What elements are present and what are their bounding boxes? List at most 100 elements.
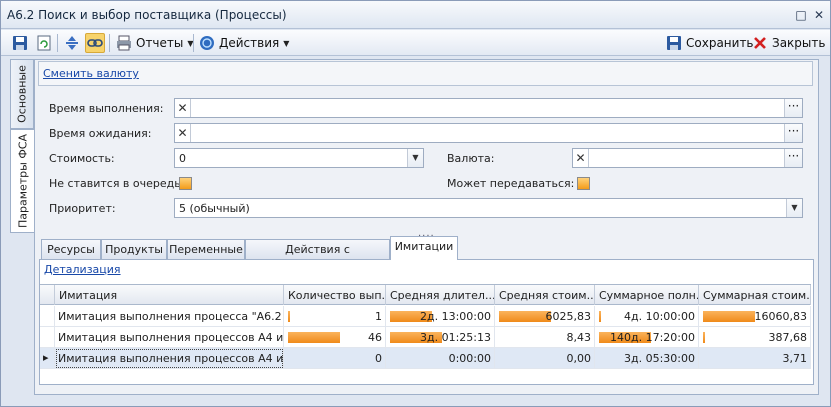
cell-avg-cost[interactable]: 8,43 (495, 327, 595, 348)
priority-value: 5 (обычный) (179, 202, 250, 215)
cell-text: 140д. 17:20:00 (610, 331, 695, 344)
chain-link-icon (86, 34, 104, 52)
actions-label: Действия (219, 36, 280, 50)
tab-fsa-params-label: Параметры ФСА (16, 133, 29, 229)
cell-text: Имитация выполнения процессов А4 и А6... (58, 331, 284, 344)
cell-count[interactable]: 0 (284, 348, 386, 369)
cell-name[interactable]: Имитация выполнения процесса "А6.2 По... (55, 306, 284, 327)
cell-text: Имитация выполнения процессов А4 и А6... (58, 352, 284, 365)
exec-time-label: Время выполнения: (49, 102, 164, 115)
can-transfer-label: Может передаваться: (447, 177, 575, 190)
link-button[interactable] (85, 33, 105, 53)
cell-text: 3д. 05:30:00 (623, 352, 695, 365)
tab-variable-actions[interactable]: Действия с переменными (245, 239, 390, 269)
clear-icon[interactable]: ✕ (175, 99, 191, 117)
printer-icon (115, 34, 133, 52)
clear-icon[interactable]: ✕ (175, 124, 191, 142)
main-window: А6.2 Поиск и выбор поставщика (Процессы)… (0, 0, 831, 407)
move-button[interactable] (63, 33, 81, 53)
tab-variables[interactable]: Переменные (167, 239, 245, 259)
ellipsis-button[interactable]: ··· (784, 124, 802, 142)
cell-text: 0,00 (566, 352, 592, 365)
cell-text: Имитация выполнения процесса "А6.2 По... (58, 310, 283, 323)
tab-resources[interactable]: Ресурсы (41, 239, 101, 259)
can-transfer-checkbox[interactable] (577, 177, 590, 190)
row-indicator: ▸ (40, 348, 55, 369)
tab-simulations[interactable]: Имитации (390, 236, 458, 260)
cost-field[interactable]: 0 ▼ (174, 148, 424, 168)
red-x-icon (751, 34, 769, 52)
priority-select[interactable]: 5 (обычный) ▼ (174, 198, 803, 218)
currency-field[interactable]: ✕ ··· (572, 148, 803, 168)
col-header-avg-cost[interactable]: Средняя стоим... (495, 285, 595, 305)
row-indicator (40, 327, 55, 348)
cell-text: 6025,83 (545, 310, 592, 323)
grid-header: Имитация Количество вып... Средняя длите… (40, 285, 811, 305)
floppy-icon (11, 34, 29, 52)
exec-time-field[interactable]: ✕ ··· (174, 98, 803, 118)
cell-avg-cost[interactable]: 6025,83 (495, 306, 595, 327)
floppy-icon (665, 34, 683, 52)
actions-menu-button[interactable]: Действия ▼ (198, 33, 289, 53)
change-currency-link[interactable]: Сменить валюту (43, 67, 139, 80)
value-bar (599, 311, 601, 322)
col-header-total-cost[interactable]: Суммарная стоим... (699, 285, 811, 305)
cell-text: 4д. 10:00:00 (623, 310, 695, 323)
cell-avg-dur[interactable]: 3д. 01:25:13 (386, 327, 495, 348)
close-label: Закрыть (772, 36, 826, 50)
cell-avg-dur[interactable]: 0:00:00 (386, 348, 495, 369)
cell-count[interactable]: 46 (284, 327, 386, 348)
cell-text: 0 (375, 352, 382, 365)
reports-menu-button[interactable]: Отчеты ▼ (115, 33, 194, 53)
ellipsis-button[interactable]: ··· (784, 149, 802, 167)
close-button[interactable]: Закрыть (751, 33, 825, 53)
detail-link[interactable]: Детализация (44, 263, 121, 276)
col-header-count[interactable]: Количество вып... (284, 285, 386, 305)
tab-main-label: Основные (15, 65, 29, 123)
tab-products[interactable]: Продукты (101, 239, 167, 259)
tab-main[interactable]: Основные (10, 59, 34, 129)
cell-text: 8,43 (566, 331, 592, 344)
clear-icon[interactable]: ✕ (573, 149, 589, 167)
globe-icon (198, 34, 216, 52)
save-icon-button[interactable] (11, 33, 29, 53)
cell-text: 0:00:00 (448, 352, 491, 365)
cell-total-dur[interactable]: 4д. 10:00:00 (595, 306, 699, 327)
not-queued-checkbox[interactable] (179, 177, 192, 190)
table-row[interactable]: Имитация выполнения процессов А4 и А6...… (40, 327, 811, 348)
cell-text: 1 (375, 310, 382, 323)
cell-total-cost[interactable]: 3,71 (699, 348, 811, 369)
window-title: А6.2 Поиск и выбор поставщика (Процессы) (7, 8, 287, 22)
cell-text: 2д. 13:00:00 (419, 310, 491, 323)
table-row[interactable]: ▸Имитация выполнения процессов А4 и А6..… (40, 348, 811, 369)
cell-avg-cost[interactable]: 0,00 (495, 348, 595, 369)
cell-total-dur[interactable]: 3д. 05:30:00 (595, 348, 699, 369)
close-window-button[interactable]: ✕ (812, 8, 826, 22)
chevron-down-icon[interactable]: ▼ (407, 149, 423, 167)
refresh-doc-icon (35, 34, 53, 52)
tab-fsa-params[interactable]: Параметры ФСА (10, 129, 34, 233)
header-indicator (40, 285, 55, 305)
col-header-simulation[interactable]: Имитация (55, 285, 284, 305)
refresh-button[interactable] (35, 33, 53, 53)
cell-total-dur[interactable]: 140д. 17:20:00 (595, 327, 699, 348)
table-row[interactable]: Имитация выполнения процесса "А6.2 По...… (40, 306, 811, 327)
col-header-total-duration[interactable]: Суммарное полн... (595, 285, 699, 305)
save-button[interactable]: Сохранить (665, 33, 754, 53)
cell-avg-dur[interactable]: 2д. 13:00:00 (386, 306, 495, 327)
cell-name[interactable]: Имитация выполнения процессов А4 и А6... (55, 348, 284, 369)
not-queued-label: Не ставится в очередь: (49, 177, 185, 190)
value-bar (703, 332, 705, 343)
cell-total-cost[interactable]: 16060,83 (699, 306, 811, 327)
row-indicator (40, 306, 55, 327)
cell-count[interactable]: 1 (284, 306, 386, 327)
ellipsis-button[interactable]: ··· (784, 99, 802, 117)
maximize-button[interactable]: □ (794, 8, 808, 22)
cell-text: 387,68 (768, 331, 808, 344)
cell-total-cost[interactable]: 387,68 (699, 327, 811, 348)
col-header-avg-duration[interactable]: Средняя длител... (386, 285, 495, 305)
chevron-down-icon[interactable]: ▼ (786, 199, 802, 217)
wait-time-label: Время ожидания: (49, 127, 152, 140)
cell-name[interactable]: Имитация выполнения процессов А4 и А6... (55, 327, 284, 348)
wait-time-field[interactable]: ✕ ··· (174, 123, 803, 143)
